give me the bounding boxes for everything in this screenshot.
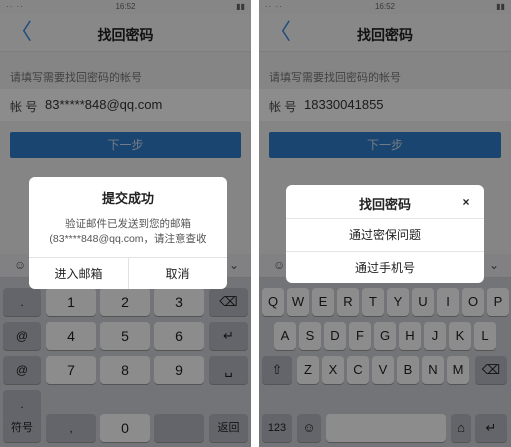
left-phone-screen: ·· ·· 16:52 ▮▮ 〈 找回密码 请填写需要找回密码的帐号 帐 号 8…	[0, 0, 251, 447]
success-dialog: 提交成功 验证邮件已发送到您的邮箱 (83****848@qq.com，请注意查…	[29, 177, 227, 289]
right-phone-screen: ·· ·· 16:52 ▮▮ 〈 找回密码 请填写需要找回密码的帐号 帐 号 1…	[259, 0, 511, 447]
recovery-method-dialog: 找回密码 × 通过密保问题 通过手机号	[286, 185, 484, 283]
dialog-title: 找回密码	[358, 197, 411, 212]
dialog-title: 提交成功	[101, 191, 154, 206]
close-icon[interactable]: ×	[458, 194, 474, 210]
option-phone-number[interactable]: 通过手机号	[286, 251, 484, 283]
screenshot-stage: ·· ·· 16:52 ▮▮ 〈 找回密码 请填写需要找回密码的帐号 帐 号 8…	[0, 0, 511, 447]
option-security-question[interactable]: 通过密保问题	[286, 218, 484, 250]
dialog-message-line1: 验证邮件已发送到您的邮箱	[65, 218, 191, 230]
open-mailbox-button[interactable]: 进入邮箱	[29, 258, 128, 289]
dialog-message-line2: (83****848@qq.com，请注意查收	[49, 233, 207, 245]
cancel-button[interactable]: 取消	[128, 258, 227, 289]
dialog-buttons: 进入邮箱 取消	[29, 257, 227, 289]
